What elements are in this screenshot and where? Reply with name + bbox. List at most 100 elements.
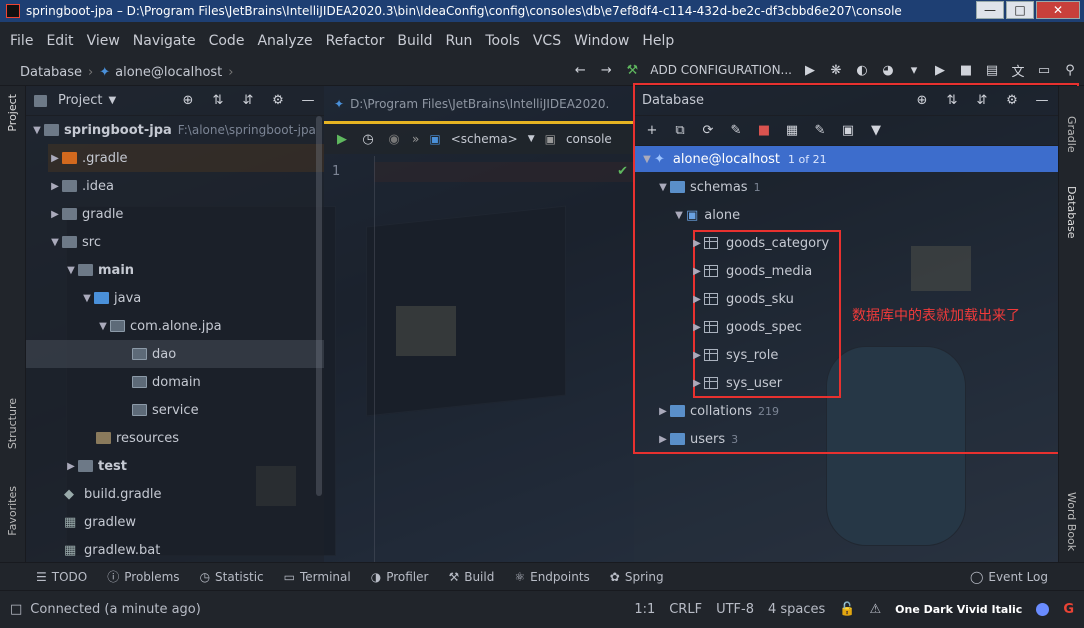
- menu-edit[interactable]: Edit: [46, 33, 73, 49]
- chevron-right-icon[interactable]: ▶: [48, 153, 62, 164]
- indent-setting[interactable]: 4 spaces: [768, 602, 825, 617]
- chevron-down-icon[interactable]: ▼: [96, 321, 110, 332]
- close-button[interactable]: ✕: [1036, 1, 1080, 19]
- tree-row-idea[interactable]: ▶ .idea: [48, 172, 114, 200]
- more-icon[interactable]: »: [412, 132, 419, 146]
- menu-vcs[interactable]: VCS: [533, 33, 561, 49]
- structure-side-tab[interactable]: Structure: [6, 398, 19, 449]
- lock-icon[interactable]: 🔓: [839, 602, 855, 617]
- chevron-down-icon[interactable]: ▼: [30, 125, 44, 136]
- tree-row-build-gradle[interactable]: ◆ build.gradle: [64, 480, 162, 508]
- terminal-toolbar-icon[interactable]: ▭: [1036, 62, 1052, 78]
- file-encoding[interactable]: UTF-8: [716, 602, 754, 617]
- problems-tab[interactable]: ⓘ Problems: [107, 568, 179, 585]
- run-dropdown-icon[interactable]: ▾: [906, 62, 922, 78]
- schema-selector[interactable]: <schema>: [451, 132, 518, 146]
- chevron-right-icon[interactable]: ▶: [64, 461, 78, 472]
- gradle-side-tab[interactable]: Gradle: [1065, 116, 1078, 153]
- tree-row-src[interactable]: ▼ src: [48, 228, 101, 256]
- minimize-button[interactable]: —: [976, 1, 1004, 19]
- menu-refactor[interactable]: Refactor: [326, 33, 385, 49]
- menu-help[interactable]: Help: [642, 33, 674, 49]
- database-side-tab[interactable]: Database: [1065, 186, 1078, 239]
- resume-icon[interactable]: ▶: [932, 62, 948, 78]
- build-tab[interactable]: ⚒ Build: [448, 570, 494, 584]
- favorites-side-tab[interactable]: Favorites: [6, 486, 19, 536]
- statistic-label: Statistic: [215, 569, 264, 584]
- hide-icon[interactable]: —: [300, 93, 316, 109]
- tree-row-package[interactable]: ▼ com.alone.jpa: [96, 312, 222, 340]
- tree-row-resources[interactable]: resources: [96, 424, 179, 452]
- menu-code[interactable]: Code: [209, 33, 245, 49]
- line-separator[interactable]: CRLF: [669, 602, 702, 617]
- tree-row-dao[interactable]: dao: [26, 340, 324, 368]
- menu-navigate[interactable]: Navigate: [133, 33, 196, 49]
- menu-run[interactable]: Run: [446, 33, 473, 49]
- add-configuration-button[interactable]: ADD CONFIGURATION...: [650, 63, 792, 77]
- tree-row-test[interactable]: ▶ test: [64, 452, 127, 480]
- maximize-button[interactable]: □: [1006, 1, 1034, 19]
- menu-file[interactable]: File: [10, 33, 33, 49]
- chevron-down-icon[interactable]: ▼: [64, 265, 78, 276]
- tree-row-root[interactable]: ▼ springboot-jpa F:\alone\springboot-jpa: [30, 116, 316, 144]
- run-icon[interactable]: ▶: [802, 62, 818, 78]
- gear-icon[interactable]: ⚙: [270, 93, 286, 109]
- cancel-icon[interactable]: ◉: [386, 131, 402, 147]
- chevron-down-icon[interactable]: ▼: [528, 134, 535, 144]
- chevron-down-icon[interactable]: ▼: [80, 293, 94, 304]
- back-arrow-icon[interactable]: ←: [572, 62, 588, 78]
- expand-all-icon[interactable]: ⇅: [210, 93, 226, 109]
- menu-build[interactable]: Build: [397, 33, 432, 49]
- profile-icon[interactable]: ◕: [880, 62, 896, 78]
- menu-tools[interactable]: Tools: [485, 33, 520, 49]
- chevron-right-icon[interactable]: ▶: [48, 209, 62, 220]
- theme-name[interactable]: One Dark Vivid Italic: [895, 603, 1022, 616]
- tree-row-service[interactable]: service: [132, 396, 199, 424]
- spring-tab[interactable]: ✿ Spring: [610, 570, 664, 584]
- stop-icon[interactable]: ■: [958, 62, 974, 78]
- breadcrumb-connection[interactable]: alone@localhost: [115, 65, 222, 80]
- warning-icon[interactable]: ⚠: [870, 602, 882, 617]
- wordbook-side-tab[interactable]: Word Book: [1065, 492, 1078, 551]
- editor-tab-console[interactable]: D:\Program Files\JetBrains\IntelliJIDEA2…: [350, 97, 609, 111]
- translate-icon[interactable]: 文: [1010, 62, 1026, 80]
- event-log-tab[interactable]: ◯ Event Log: [970, 570, 1048, 584]
- statistic-tab[interactable]: ◷ Statistic: [200, 570, 264, 584]
- locate-icon[interactable]: ⊕: [180, 93, 196, 109]
- menu-view[interactable]: View: [87, 33, 120, 49]
- coverage-icon[interactable]: ◐: [854, 62, 870, 78]
- tree-row-domain[interactable]: domain: [132, 368, 201, 396]
- menu-analyze[interactable]: Analyze: [257, 33, 312, 49]
- console-selector[interactable]: console: [566, 132, 612, 146]
- terminal-tab[interactable]: ▭ Terminal: [284, 570, 351, 584]
- terminal-icon: ▭: [283, 569, 295, 584]
- chevron-down-icon[interactable]: ▼: [108, 95, 116, 106]
- menu-window[interactable]: Window: [574, 33, 629, 49]
- project-structure-icon[interactable]: ▤: [984, 62, 1000, 78]
- tree-row-main[interactable]: ▼ main: [64, 256, 134, 284]
- status-panel-icon[interactable]: □: [10, 602, 22, 617]
- tree-row-gradlew-bat[interactable]: ▦ gradlew.bat: [64, 536, 160, 564]
- scrollbar[interactable]: [316, 116, 322, 496]
- forward-arrow-icon[interactable]: →: [598, 62, 614, 78]
- execute-icon[interactable]: ▶: [334, 131, 350, 147]
- breadcrumb-database[interactable]: Database: [20, 65, 82, 80]
- collapse-all-icon[interactable]: ⇵: [240, 93, 256, 109]
- cursor-position[interactable]: 1:1: [634, 602, 655, 617]
- endpoints-tab[interactable]: ⚛ Endpoints: [514, 570, 589, 584]
- todo-tab[interactable]: ☰ TODO: [36, 570, 87, 584]
- debug-icon[interactable]: ❋: [828, 62, 844, 78]
- tree-row-java[interactable]: ▼ java: [80, 284, 141, 312]
- google-icon[interactable]: G: [1063, 602, 1074, 617]
- profiler-tab[interactable]: ◑ Profiler: [371, 570, 429, 584]
- tree-row-gradlew[interactable]: ▦ gradlew: [64, 508, 136, 536]
- history-icon[interactable]: ◷: [360, 131, 376, 147]
- chevron-right-icon[interactable]: ▶: [48, 181, 62, 192]
- tree-row-gradle[interactable]: ▶ gradle: [48, 200, 123, 228]
- tree-row-gradle-hidden[interactable]: ▶ .gradle: [48, 144, 324, 172]
- search-icon[interactable]: ⚲: [1062, 62, 1078, 78]
- project-panel-title[interactable]: Project: [58, 93, 102, 108]
- build-hammer-icon[interactable]: ⚒: [624, 62, 640, 78]
- chevron-down-icon[interactable]: ▼: [48, 237, 62, 248]
- project-side-tab[interactable]: Project: [6, 94, 19, 132]
